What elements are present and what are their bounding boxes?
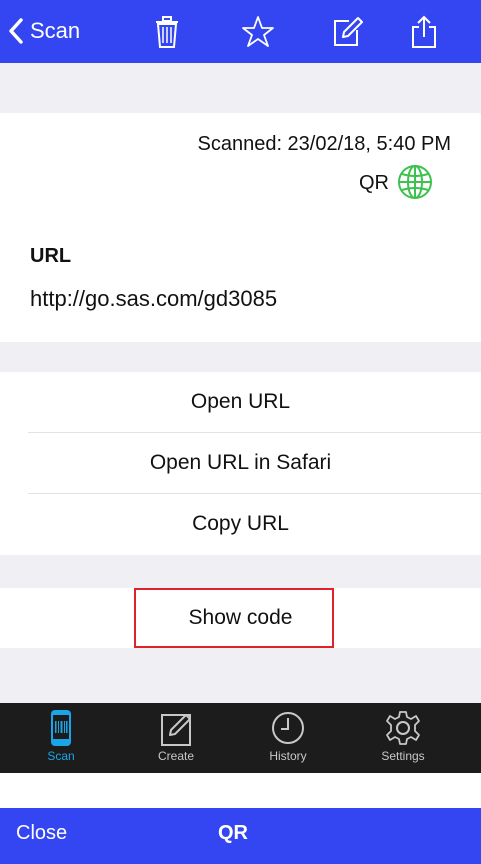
gear-icon <box>386 711 420 745</box>
sheet-title: QR <box>218 822 248 844</box>
clock-icon <box>272 712 304 744</box>
scan-phone-icon <box>51 710 71 746</box>
chevron-left-icon <box>9 18 23 44</box>
section-spacer <box>0 63 481 113</box>
star-icon <box>242 16 274 47</box>
section-spacer <box>0 342 481 372</box>
copy-url-button[interactable]: Copy URL <box>0 494 481 554</box>
tab-label: Scan <box>47 749 75 763</box>
tab-create[interactable]: Create <box>148 703 204 773</box>
edit-button[interactable] <box>327 12 367 52</box>
tab-label: Create <box>157 749 195 763</box>
back-button[interactable]: Scan <box>8 10 80 52</box>
favorite-button[interactable] <box>238 12 278 52</box>
section-spacer <box>0 648 481 703</box>
tab-label: History <box>269 749 307 763</box>
close-button[interactable]: Close <box>16 822 67 845</box>
show-code-button[interactable]: Show code <box>0 588 481 648</box>
edit-icon <box>334 17 363 46</box>
sheet-header: Close QR <box>0 808 481 864</box>
share-button[interactable] <box>404 12 444 52</box>
share-icon <box>412 15 436 48</box>
tab-settings[interactable]: Settings <box>372 703 434 773</box>
url-value: http://go.sas.com/gd3085 <box>30 286 278 311</box>
nav-bar: Scan <box>0 0 481 63</box>
field-label: URL <box>30 245 72 267</box>
open-url-button[interactable]: Open URL <box>0 372 481 432</box>
open-url-in-safari-button[interactable]: Open URL in Safari <box>0 433 481 493</box>
tab-bar: Scan Create History Settings <box>0 703 481 773</box>
delete-button[interactable] <box>147 12 187 52</box>
tab-label: Settings <box>381 749 425 763</box>
create-icon <box>161 714 191 746</box>
tab-history[interactable]: History <box>258 703 318 773</box>
trash-icon <box>156 16 178 48</box>
globe-icon <box>398 165 432 199</box>
tab-scan[interactable]: Scan <box>38 703 84 773</box>
code-type-label: QR <box>359 172 389 194</box>
section-spacer <box>0 555 481 588</box>
scanned-timestamp: Scanned: 23/02/18, 5:40 PM <box>197 133 451 155</box>
back-button-label: Scan <box>30 18 81 43</box>
